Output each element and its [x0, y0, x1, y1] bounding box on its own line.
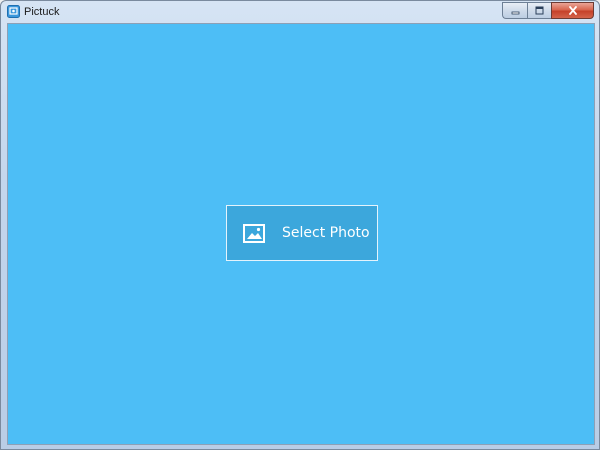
maximize-icon: [535, 6, 544, 15]
close-icon: [568, 6, 577, 15]
select-photo-button[interactable]: Select Photo: [226, 205, 378, 261]
maximize-button[interactable]: [527, 2, 551, 19]
window-title: Pictuck: [24, 6, 60, 18]
pictuck-app-icon: [7, 5, 20, 18]
select-photo-label: Select Photo: [282, 225, 370, 241]
close-button[interactable]: [551, 2, 594, 19]
minimize-icon: [511, 11, 519, 15]
main-canvas: Select Photo: [7, 23, 595, 445]
app-window: Pictuck Select Photo: [0, 0, 600, 450]
image-icon: [243, 223, 265, 243]
window-controls: [502, 2, 594, 19]
minimize-button[interactable]: [502, 2, 527, 19]
title-bar[interactable]: Pictuck: [1, 1, 599, 23]
